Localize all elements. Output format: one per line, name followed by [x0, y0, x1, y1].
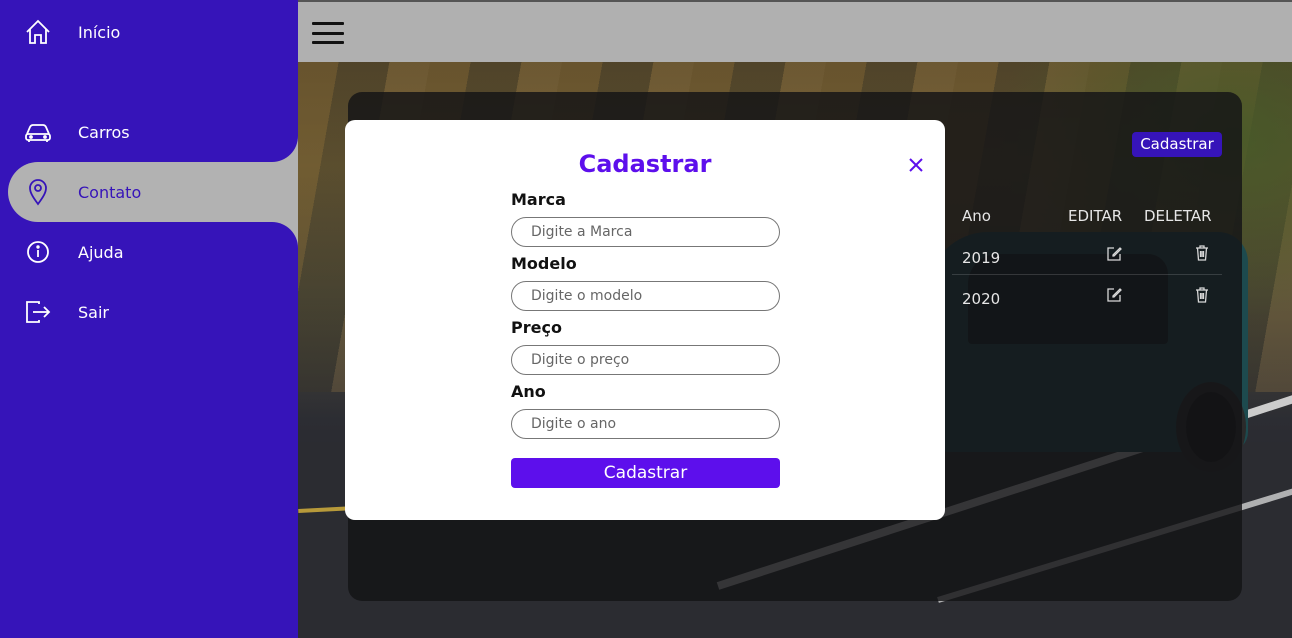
sidebar: Início Carros Contato Ajuda Sair	[0, 0, 308, 638]
sidebar-item-label: Contato	[78, 182, 142, 202]
logout-icon	[24, 298, 52, 326]
preco-label: Preço	[511, 318, 562, 337]
car-icon	[24, 118, 52, 146]
modelo-label: Modelo	[511, 254, 577, 273]
sidebar-curve-top	[260, 120, 298, 162]
topbar	[298, 0, 1292, 62]
ano-label: Ano	[511, 382, 546, 401]
close-icon[interactable]	[907, 156, 925, 174]
trash-icon[interactable]	[1193, 244, 1211, 262]
modal-title: Cadastrar	[578, 150, 712, 178]
sidebar-item-label: Início	[78, 22, 121, 42]
register-modal: Cadastrar Marca Modelo Preço Ano Cadastr…	[345, 120, 945, 520]
sidebar-item-label: Carros	[78, 122, 130, 142]
modelo-input[interactable]	[511, 281, 780, 311]
home-icon	[24, 18, 52, 46]
marca-input[interactable]	[511, 217, 780, 247]
sidebar-item-carros[interactable]: Carros	[0, 102, 298, 162]
sidebar-item-contato[interactable]: Contato	[8, 162, 308, 222]
ano-input[interactable]	[511, 409, 780, 439]
table-cell-ano: 2020	[962, 290, 1001, 308]
row-divider	[952, 274, 1222, 275]
sidebar-item-sair[interactable]: Sair	[0, 282, 298, 342]
info-icon	[24, 238, 52, 266]
submit-button[interactable]: Cadastrar	[511, 458, 780, 488]
sidebar-item-label: Sair	[78, 302, 109, 322]
table-cell-ano: 2019	[962, 249, 1001, 267]
column-header-editar: EDITAR	[1068, 207, 1123, 225]
marca-label: Marca	[511, 190, 566, 209]
column-header-ano: Ano	[962, 207, 991, 225]
edit-icon[interactable]	[1105, 286, 1123, 304]
edit-icon[interactable]	[1105, 245, 1123, 263]
column-header-deletar: DELETAR	[1144, 207, 1212, 225]
preco-input[interactable]	[511, 345, 780, 375]
trash-icon[interactable]	[1193, 286, 1211, 304]
location-pin-icon	[24, 178, 52, 206]
register-car-button[interactable]: Cadastrar	[1132, 132, 1222, 157]
sidebar-item-ajuda[interactable]: Ajuda	[0, 222, 298, 282]
sidebar-item-label: Ajuda	[78, 242, 124, 262]
hamburger-menu-icon[interactable]	[312, 22, 344, 44]
sidebar-item-inicio[interactable]: Início	[0, 2, 298, 62]
